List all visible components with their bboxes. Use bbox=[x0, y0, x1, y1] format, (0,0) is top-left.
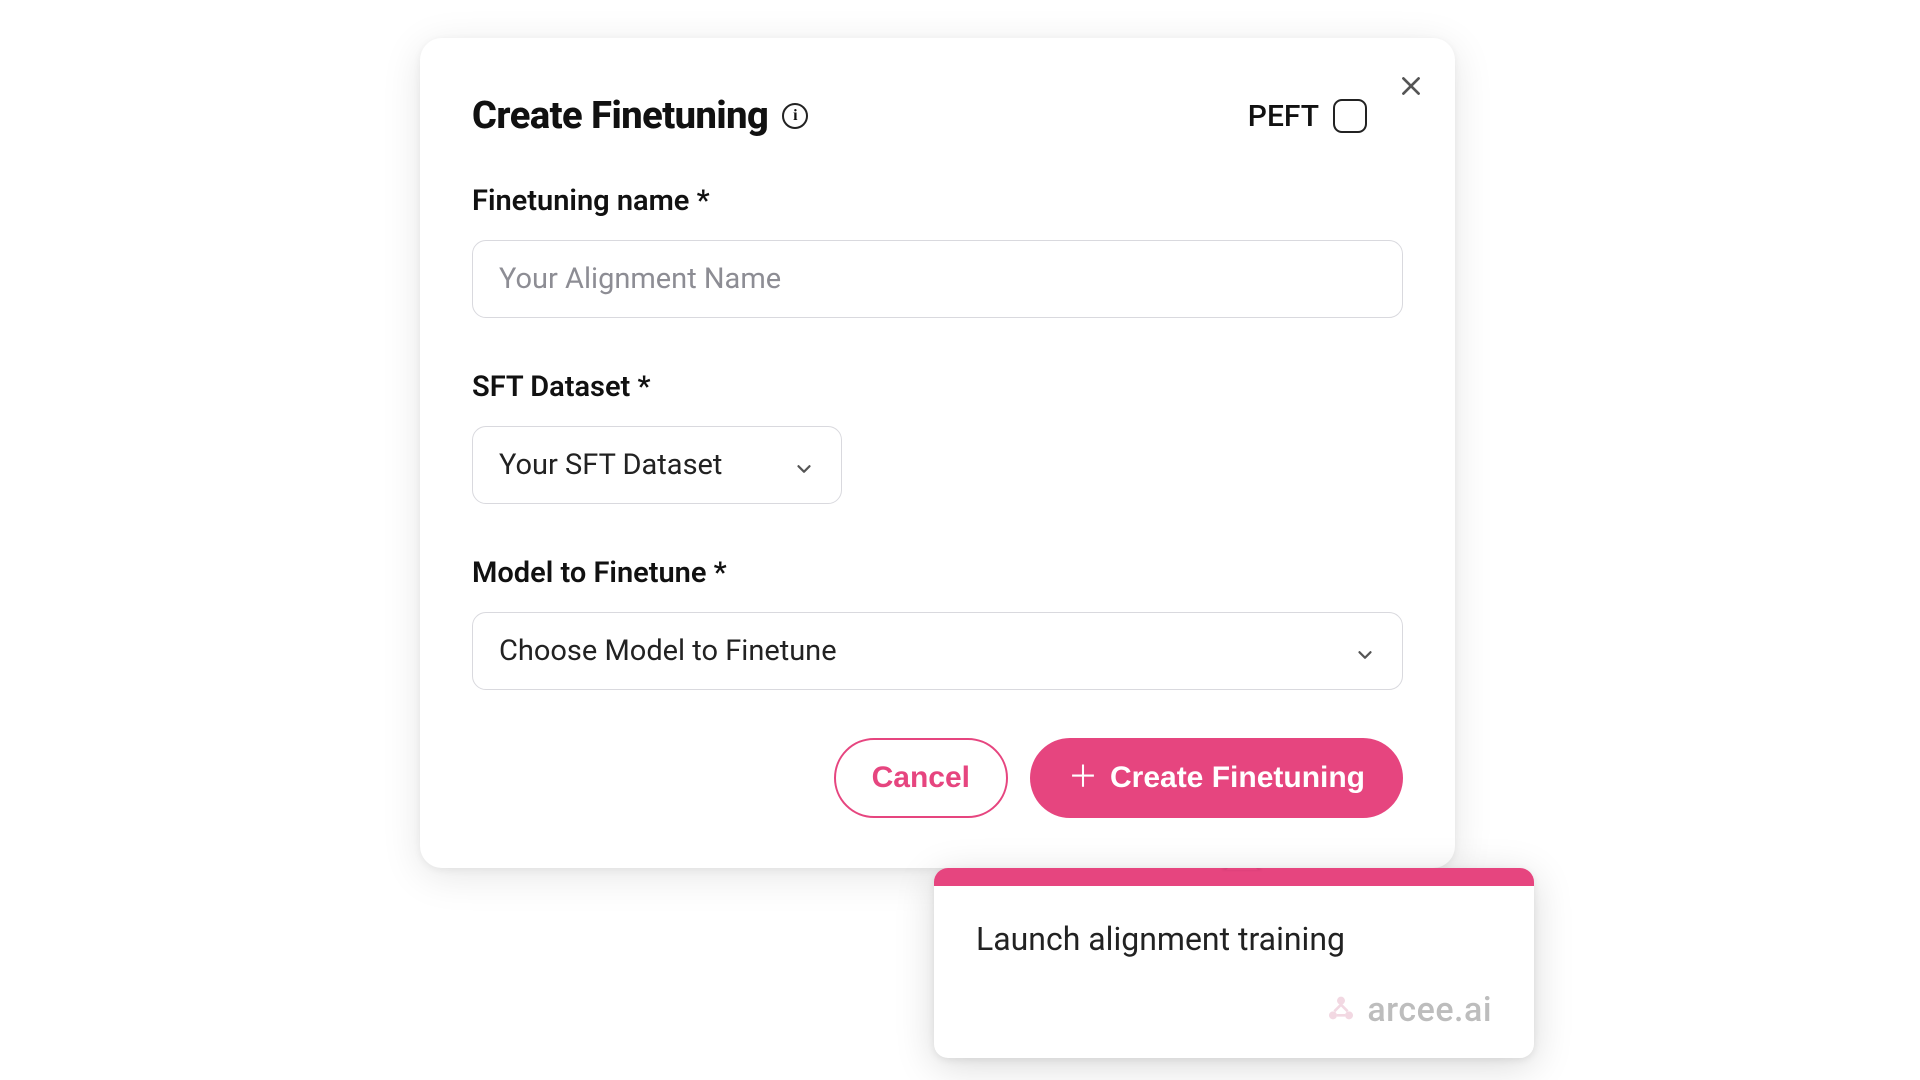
cancel-button[interactable]: Cancel bbox=[834, 738, 1008, 818]
peft-label: PEFT bbox=[1248, 99, 1319, 134]
tooltip-accent-bar bbox=[934, 868, 1534, 886]
modal-title: Create Finetuning bbox=[472, 94, 768, 138]
name-input[interactable] bbox=[472, 240, 1403, 318]
dataset-label: SFT Dataset * bbox=[472, 370, 1403, 404]
model-label: Model to Finetune * bbox=[472, 556, 1403, 590]
arcee-logo-icon bbox=[1325, 994, 1357, 1026]
title-wrap: Create Finetuning i bbox=[472, 94, 808, 138]
brand-text: arcee.ai bbox=[1367, 990, 1492, 1030]
create-finetuning-button[interactable]: ＋ Create Finetuning bbox=[1030, 738, 1403, 818]
tooltip-text: Launch alignment training bbox=[976, 920, 1492, 958]
tooltip-body: Launch alignment training arcee.ai bbox=[934, 886, 1534, 1058]
create-finetuning-modal: Create Finetuning i PEFT Finetuning name… bbox=[420, 38, 1455, 868]
tooltip: Launch alignment training arcee.ai bbox=[934, 868, 1534, 1058]
tooltip-brand: arcee.ai bbox=[976, 990, 1492, 1030]
chevron-down-icon bbox=[793, 454, 815, 476]
model-select[interactable]: Choose Model to Finetune bbox=[472, 612, 1403, 690]
create-label: Create Finetuning bbox=[1110, 761, 1365, 795]
plus-icon: ＋ bbox=[1068, 763, 1098, 793]
model-value: Choose Model to Finetune bbox=[499, 634, 837, 668]
dataset-value: Your SFT Dataset bbox=[499, 448, 722, 482]
peft-toggle[interactable]: PEFT bbox=[1248, 99, 1367, 134]
field-model: Model to Finetune * Choose Model to Fine… bbox=[472, 556, 1403, 690]
close-button[interactable] bbox=[1391, 66, 1431, 106]
close-icon bbox=[1398, 73, 1424, 99]
modal-actions: Cancel ＋ Create Finetuning bbox=[472, 738, 1403, 818]
peft-checkbox[interactable] bbox=[1333, 99, 1367, 133]
field-finetuning-name: Finetuning name * bbox=[472, 184, 1403, 318]
field-sft-dataset: SFT Dataset * Your SFT Dataset bbox=[472, 370, 1403, 504]
name-label: Finetuning name * bbox=[472, 184, 1403, 218]
dataset-select[interactable]: Your SFT Dataset bbox=[472, 426, 842, 504]
tooltip-arrow bbox=[1226, 868, 1258, 870]
info-icon[interactable]: i bbox=[782, 103, 808, 129]
chevron-down-icon bbox=[1354, 640, 1376, 662]
cancel-label: Cancel bbox=[872, 761, 970, 795]
modal-header: Create Finetuning i PEFT bbox=[472, 94, 1403, 138]
